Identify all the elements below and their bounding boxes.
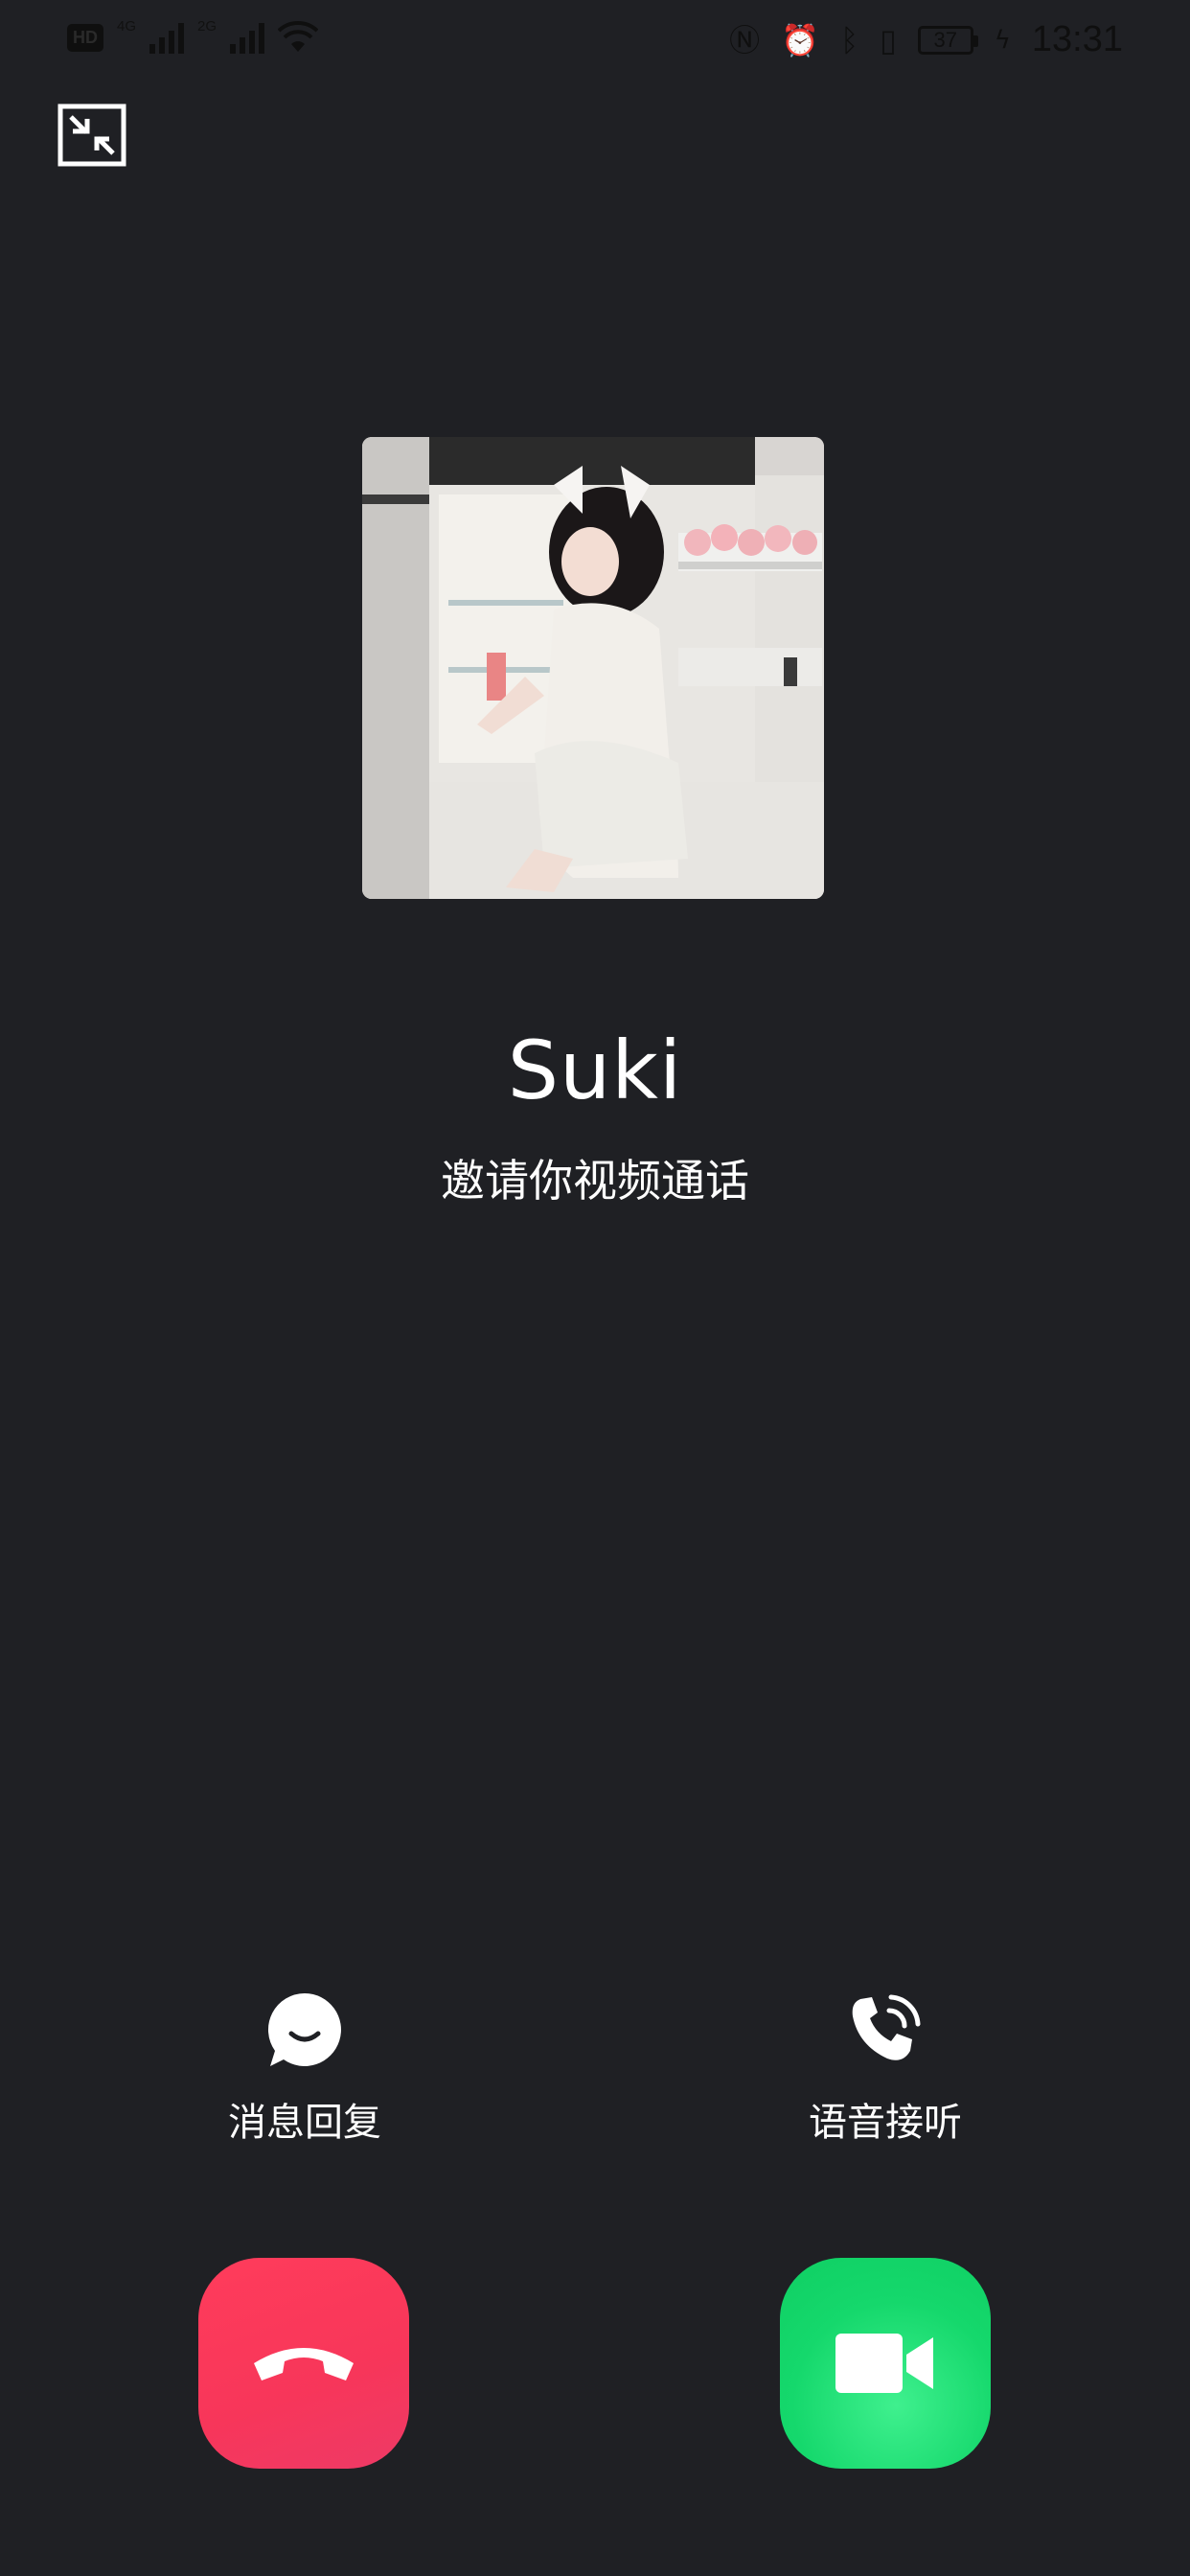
status-time: 13:31 (1031, 19, 1123, 59)
caller-name: Suki (507, 1024, 683, 1117)
call-invitation-text: 邀请你视频通话 (441, 1155, 749, 1207)
accept-video-call-button[interactable] (780, 2258, 991, 2469)
wifi-icon (278, 21, 319, 52)
message-reply-label: 消息回复 (228, 2101, 381, 2145)
vibrate-icon: ▯ (880, 21, 897, 58)
status-bar: HD 4G 2G Ⓝ ⏰ ᛒ ▯ 37 ϟ 13:31 (0, 0, 1190, 82)
charging-icon: ϟ (994, 25, 1011, 55)
avatar-photo (362, 437, 824, 899)
chat-bubble-icon (267, 1993, 341, 2066)
phone-ringing-icon (852, 1994, 921, 2060)
network-type-1: 4G (117, 17, 137, 34)
minimize-window-button[interactable] (57, 104, 126, 167)
status-left-group: HD 4G 2G (67, 17, 319, 54)
voice-answer-label: 语音接听 (809, 2101, 962, 2145)
bluetooth-icon: ᛒ (839, 21, 859, 58)
nfc-icon: Ⓝ (729, 21, 761, 58)
hd-badge: HD (67, 23, 103, 52)
minimize-window-icon (57, 104, 126, 167)
signal-1-icon (149, 21, 185, 54)
caller-avatar (362, 437, 824, 899)
message-reply-button[interactable]: 消息回复 (161, 1990, 448, 2147)
battery-indicator: 37 (917, 25, 978, 55)
video-camera-icon (835, 2334, 933, 2393)
signal-2-icon (230, 21, 265, 54)
decline-call-button[interactable] (198, 2258, 409, 2469)
hang-up-icon (254, 2348, 354, 2380)
status-right-group: Ⓝ ⏰ ᛒ ▯ 37 ϟ 13:31 (729, 19, 1123, 60)
voice-answer-button[interactable]: 语音接听 (742, 1990, 1029, 2147)
network-type-2: 2G (197, 17, 217, 34)
alarm-icon: ⏰ (781, 21, 819, 58)
